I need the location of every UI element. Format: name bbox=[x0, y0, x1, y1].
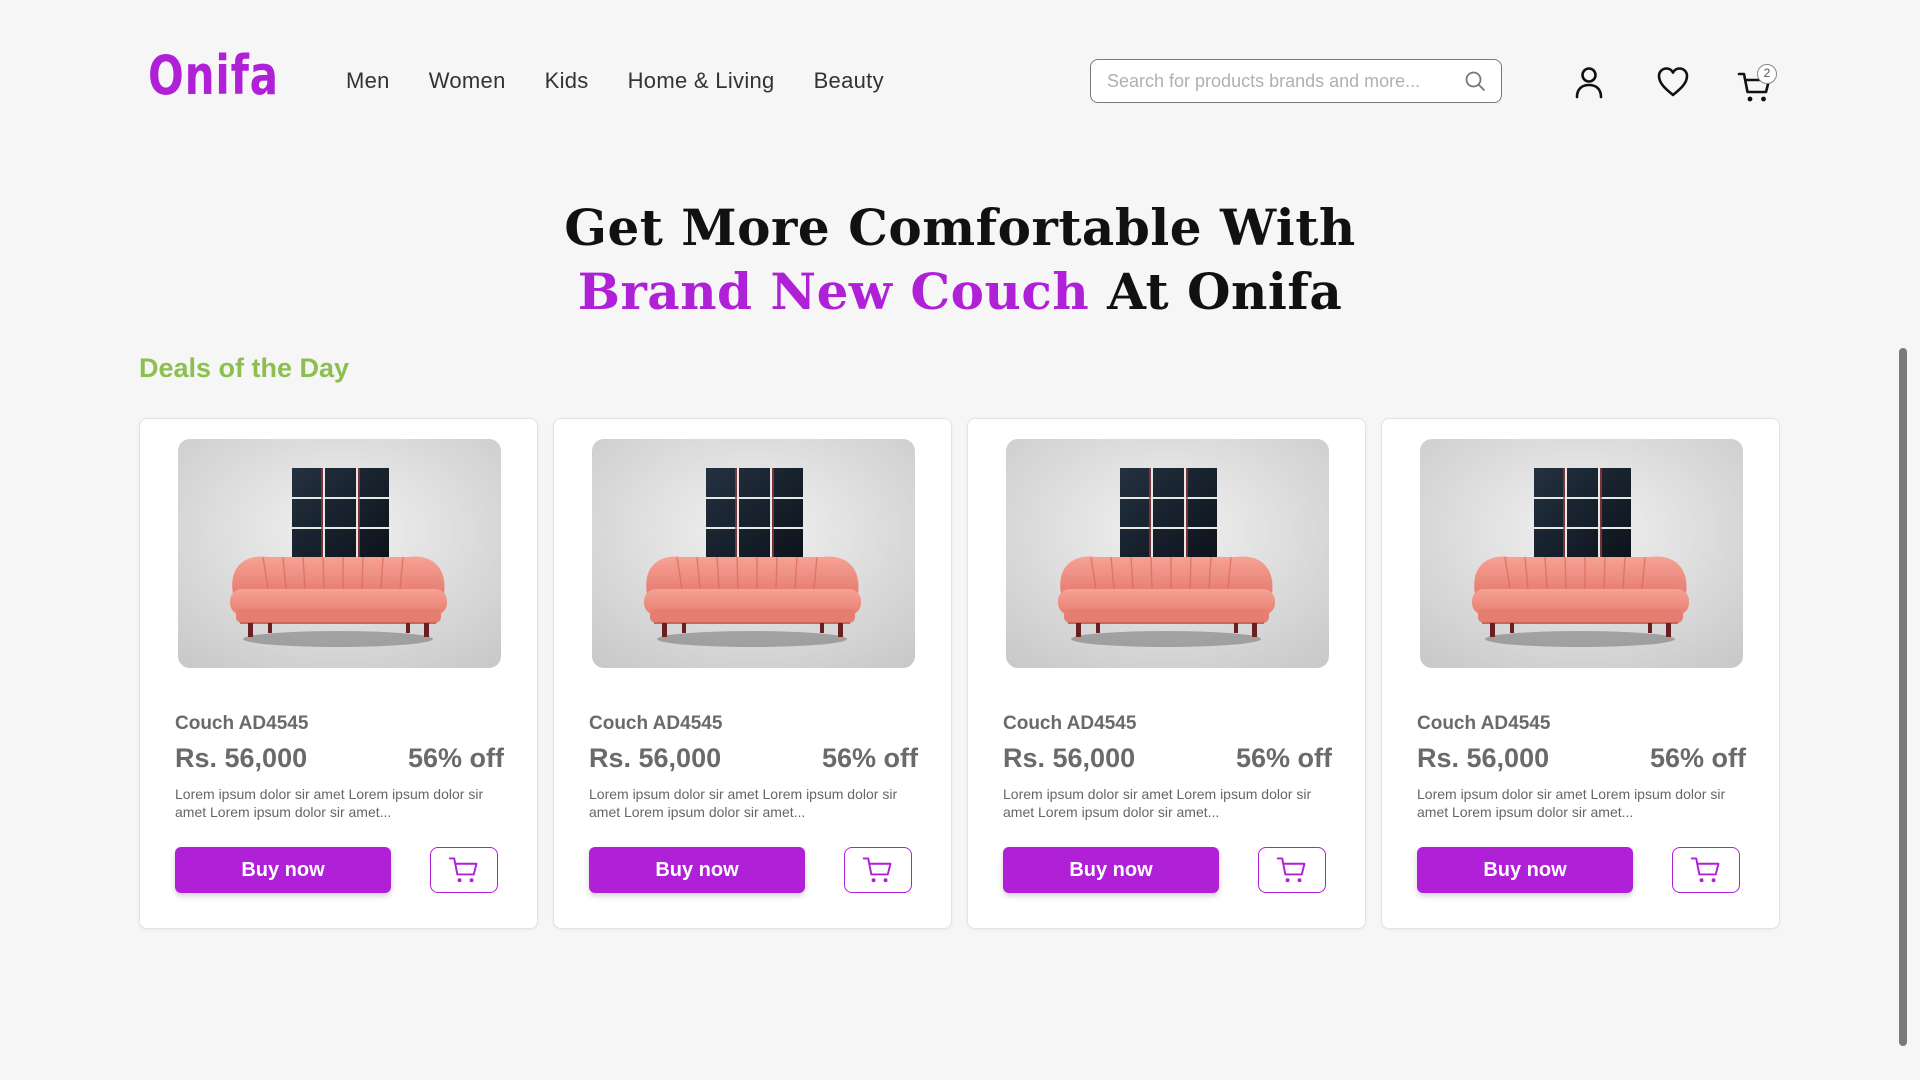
product-price: Rs. 56,000 bbox=[175, 743, 308, 773]
add-to-cart-button[interactable] bbox=[844, 847, 912, 893]
nav-item-beauty[interactable]: Beauty bbox=[814, 68, 884, 94]
product-card[interactable]: Couch AD4545 Rs. 56,000 56% off Lorem ip… bbox=[967, 418, 1366, 929]
product-grid: Couch AD4545 Rs. 56,000 56% off Lorem ip… bbox=[139, 418, 1780, 929]
product-discount: 56% off bbox=[407, 743, 504, 773]
product-card[interactable]: Couch AD4545 Rs. 56,000 56% off Lorem ip… bbox=[139, 418, 538, 929]
product-name: Couch AD4545 bbox=[175, 713, 309, 734]
product-description: Lorem ipsum dolor sir amet Lorem ipsum d… bbox=[175, 786, 484, 820]
product-card[interactable]: Couch AD4545 Rs. 56,000 56% off Lorem ip… bbox=[1381, 418, 1780, 929]
product-image[interactable] bbox=[1420, 439, 1743, 668]
search-icon[interactable] bbox=[1463, 69, 1487, 93]
buy-now-button[interactable]: Buy now bbox=[1003, 847, 1219, 893]
add-to-cart-button[interactable] bbox=[1672, 847, 1740, 893]
product-name: Couch AD4545 bbox=[589, 713, 723, 734]
user-icon[interactable] bbox=[1571, 64, 1607, 100]
search-box bbox=[1090, 59, 1502, 103]
brand-logo[interactable]: Onifa bbox=[148, 44, 279, 107]
page: Onifa Men Women Kids Home & Living Beaut… bbox=[0, 0, 1920, 1080]
deals-title: Deals of the Day bbox=[139, 353, 350, 383]
product-description: Lorem ipsum dolor sir amet Lorem ipsum d… bbox=[589, 786, 898, 820]
product-image[interactable] bbox=[592, 439, 915, 668]
hero-accent-text: Brand New Couch bbox=[577, 262, 1090, 321]
hero-line-1: Get More Comfortable With bbox=[564, 198, 1356, 257]
product-card[interactable]: Couch AD4545 Rs. 56,000 56% off Lorem ip… bbox=[553, 418, 952, 929]
cart-icon bbox=[1276, 857, 1306, 883]
vertical-scrollbar[interactable] bbox=[1899, 348, 1907, 1046]
cart-count-badge: 2 bbox=[1757, 64, 1777, 84]
main-nav: Men Women Kids Home & Living Beauty bbox=[346, 68, 884, 94]
product-price: Rs. 56,000 bbox=[1003, 743, 1136, 773]
buy-now-button[interactable]: Buy now bbox=[175, 847, 391, 893]
product-discount: 56% off bbox=[1235, 743, 1332, 773]
product-name: Couch AD4545 bbox=[1417, 713, 1551, 734]
product-image[interactable] bbox=[178, 439, 501, 668]
product-discount: 56% off bbox=[821, 743, 918, 773]
heart-icon[interactable] bbox=[1655, 64, 1691, 100]
nav-item-men[interactable]: Men bbox=[346, 68, 390, 94]
header: Onifa Men Women Kids Home & Living Beaut… bbox=[0, 0, 1920, 165]
cart-icon bbox=[862, 857, 892, 883]
product-discount: 56% off bbox=[1649, 743, 1746, 773]
hero-line-2: At Onifa bbox=[1089, 262, 1343, 321]
buy-now-button[interactable]: Buy now bbox=[1417, 847, 1633, 893]
product-price: Rs. 56,000 bbox=[589, 743, 722, 773]
product-description: Lorem ipsum dolor sir amet Lorem ipsum d… bbox=[1003, 786, 1312, 820]
product-description: Lorem ipsum dolor sir amet Lorem ipsum d… bbox=[1417, 786, 1726, 820]
product-price: Rs. 56,000 bbox=[1417, 743, 1550, 773]
product-image[interactable] bbox=[1006, 439, 1329, 668]
product-name: Couch AD4545 bbox=[1003, 713, 1137, 734]
hero-heading: Get More Comfortable With Brand New Couc… bbox=[0, 196, 1920, 324]
nav-item-kids[interactable]: Kids bbox=[545, 68, 589, 94]
cart-icon bbox=[1690, 857, 1720, 883]
nav-item-home-living[interactable]: Home & Living bbox=[628, 68, 775, 94]
cart-icon bbox=[448, 857, 478, 883]
search-input[interactable] bbox=[1105, 60, 1449, 103]
add-to-cart-button[interactable] bbox=[430, 847, 498, 893]
add-to-cart-button[interactable] bbox=[1258, 847, 1326, 893]
buy-now-button[interactable]: Buy now bbox=[589, 847, 805, 893]
nav-item-women[interactable]: Women bbox=[429, 68, 506, 94]
